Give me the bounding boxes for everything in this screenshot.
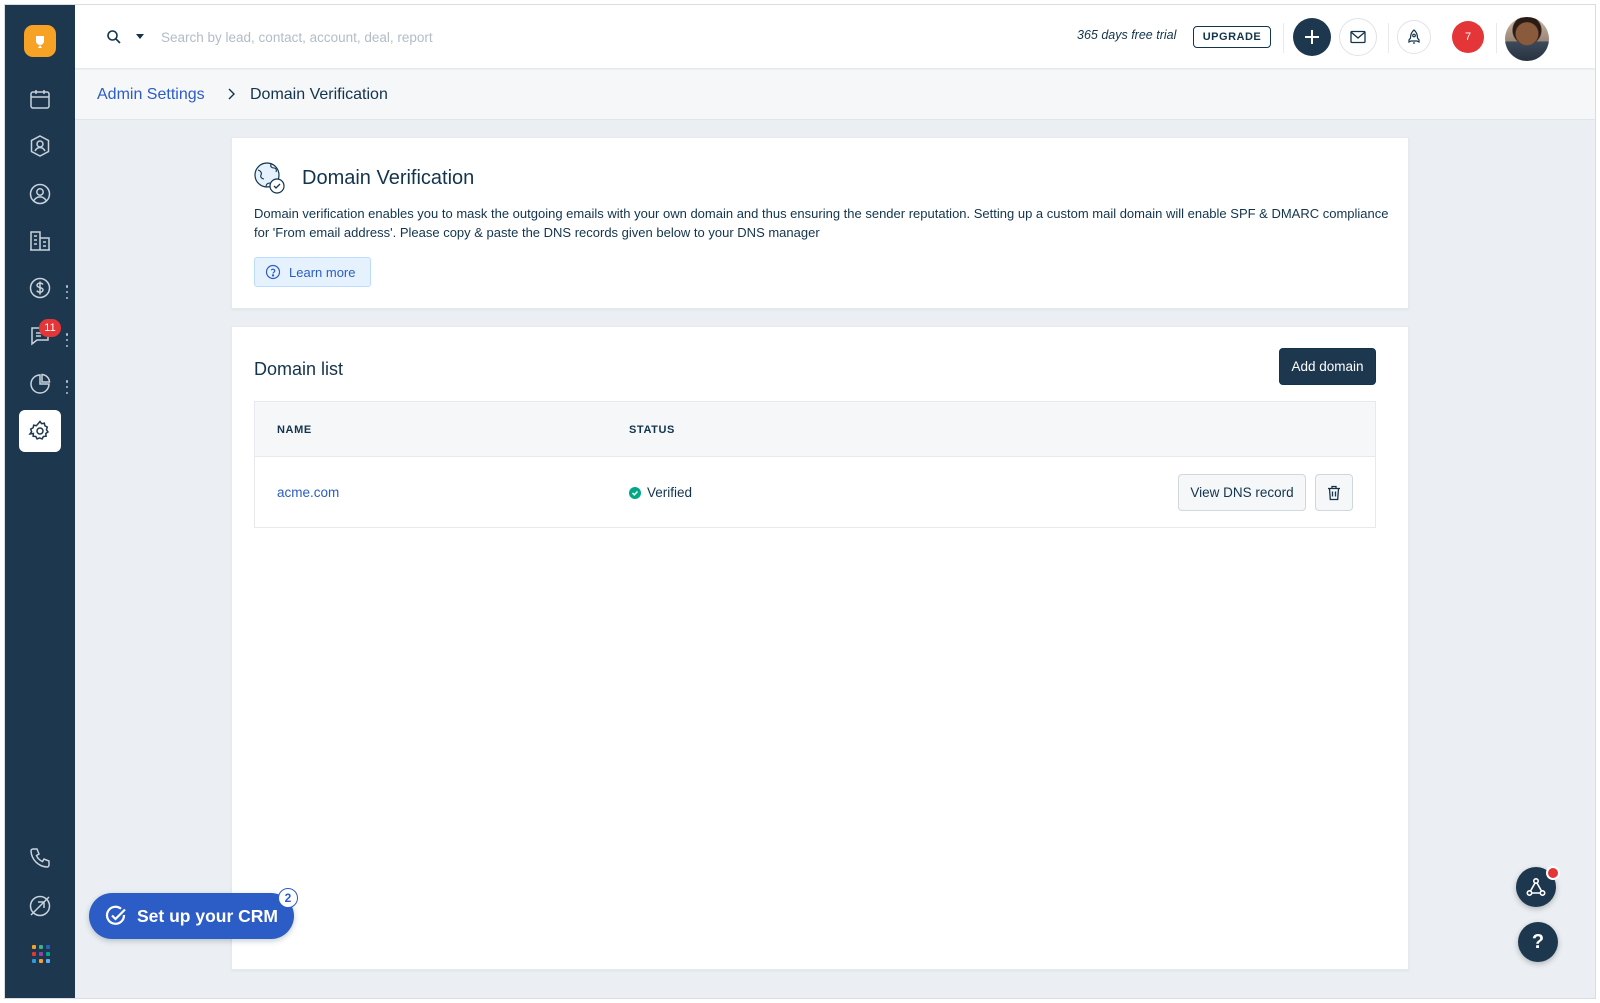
upgrade-button[interactable]: UPGRADE (1193, 26, 1271, 48)
verified-check-icon (629, 486, 641, 499)
globe-check-icon (254, 162, 285, 194)
view-dns-record-button[interactable]: View DNS record (1178, 474, 1306, 511)
notifications-button[interactable]: 7 (1452, 21, 1484, 53)
user-icon (29, 183, 51, 205)
status-cell: Verified (629, 485, 692, 500)
logo-icon (36, 36, 44, 48)
network-icon (1526, 877, 1546, 897)
help-button[interactable]: ? (1518, 922, 1558, 962)
learn-more-button[interactable]: Learn more (254, 257, 371, 287)
domain-list-title: Domain list (254, 359, 344, 379)
sidebar: 11 (5, 5, 75, 998)
sidebar-item-contacts[interactable] (19, 125, 61, 167)
sidebar-item-accounts[interactable] (19, 220, 61, 262)
domain-table: NAME STATUS acme.com Verified View DNS r… (254, 401, 1376, 528)
breadcrumb-admin-settings[interactable]: Admin Settings (97, 86, 205, 104)
conversations-badge: 11 (39, 319, 61, 337)
getting-started-button[interactable] (1397, 20, 1431, 54)
delete-domain-button[interactable] (1315, 474, 1353, 511)
column-header-name: NAME (277, 424, 312, 436)
sidebar-item-tracking[interactable] (19, 885, 61, 927)
sidebar-item-phone[interactable] (19, 837, 61, 879)
setup-crm-badge: 2 (278, 888, 298, 908)
no-tracking-icon (29, 895, 51, 917)
reports-more-icon[interactable] (65, 380, 69, 394)
accounts-icon (30, 231, 50, 251)
search-input[interactable] (161, 23, 661, 51)
phone-icon (30, 848, 50, 868)
search-icon[interactable] (106, 29, 122, 45)
top-bar: 365 days free trial UPGRADE 7 (75, 5, 1595, 69)
sidebar-item-calendar[interactable] (19, 78, 61, 120)
apps-grid-icon[interactable] (32, 945, 50, 963)
avatar[interactable] (1505, 17, 1549, 61)
rocket-icon (1408, 29, 1420, 44)
sidebar-item-users[interactable] (19, 173, 61, 215)
mail-icon (1350, 30, 1366, 44)
check-circle-icon (105, 905, 126, 925)
reports-icon (30, 373, 51, 394)
settings-icon (28, 420, 50, 440)
domain-verification-card: Domain Verification Domain verification … (231, 137, 1409, 309)
breadcrumb: Admin Settings Domain Verification (75, 70, 1595, 120)
quick-add-button[interactable] (1293, 18, 1331, 56)
divider (1283, 23, 1284, 53)
breadcrumb-current: Domain Verification (250, 86, 388, 103)
trial-text: 365 days free trial (1077, 28, 1177, 42)
sidebar-item-deals[interactable] (19, 267, 61, 309)
column-header-status: STATUS (629, 424, 675, 436)
divider (1496, 23, 1497, 53)
domain-list-card: Domain list Add domain NAME STATUS acme.… (231, 326, 1409, 970)
brand-logo[interactable] (24, 25, 56, 57)
chevron-right-icon (228, 88, 235, 100)
setup-crm-button[interactable]: Set up your CRM (89, 893, 294, 939)
trash-icon (1328, 485, 1340, 500)
add-domain-button[interactable]: Add domain (1279, 348, 1376, 385)
description-text: Domain verification enables you to mask … (254, 206, 1389, 240)
domain-name-link[interactable]: acme.com (277, 485, 339, 500)
sidebar-item-reports[interactable] (19, 363, 61, 405)
deals-more-icon[interactable] (65, 285, 69, 299)
conversations-more-icon[interactable] (65, 333, 69, 347)
freddy-notification-dot (1546, 866, 1560, 880)
plus-icon (1305, 30, 1319, 44)
chevron-down-icon[interactable] (135, 33, 145, 41)
deals-icon (29, 277, 51, 299)
help-circle-icon (265, 264, 281, 280)
learn-more-label: Learn more (289, 264, 356, 280)
calendar-icon (30, 90, 50, 109)
contacts-icon (30, 135, 50, 157)
app-window: 11 Search by lead, contact, account, dea… (4, 4, 1596, 999)
email-button[interactable] (1339, 18, 1377, 56)
page-title: Domain Verification (302, 167, 475, 189)
status-badge: Verified (647, 485, 693, 500)
sidebar-item-settings[interactable] (19, 410, 61, 452)
table-header: NAME STATUS (255, 402, 1375, 457)
table-row: acme.com Verified View DNS record (255, 457, 1375, 528)
setup-crm-label: Set up your CRM (137, 905, 278, 926)
divider (1388, 23, 1389, 53)
